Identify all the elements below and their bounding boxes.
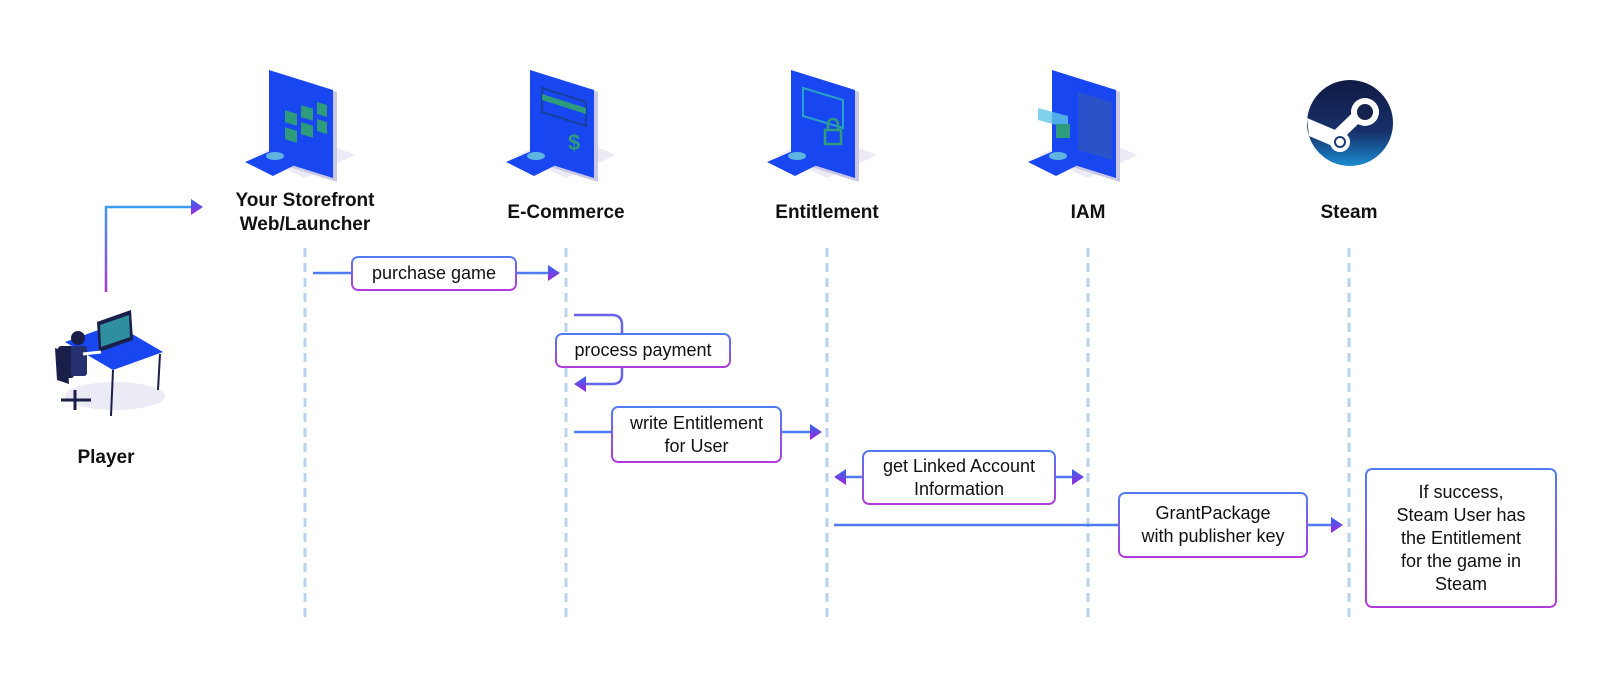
message-process-payment: process payment (555, 333, 731, 368)
message-label: GrantPackage with publisher key (1141, 503, 1285, 546)
arrowhead-left (834, 469, 846, 485)
player-to-storefront-arrow (104, 205, 192, 292)
ecommerce-monitor-icon: $ (506, 70, 616, 182)
sequence-diagram: $ (55, 70, 1393, 620)
player-at-desk-icon (55, 310, 165, 417)
lifelines (303, 248, 1351, 620)
message-label: get Linked Account Information (882, 455, 1036, 499)
iam-monitor-icon (1028, 70, 1138, 182)
message-label: process payment (574, 340, 712, 360)
message-label: write Entitlement for User (629, 412, 764, 456)
steam-logo-icon (1307, 80, 1393, 166)
actor-label-storefront: Your Storefront Web/Launcher (235, 190, 375, 235)
message-get-linked-account: get Linked Account Information (862, 450, 1056, 505)
svg-text:$: $ (568, 130, 580, 155)
storefront-monitor-icon (245, 70, 355, 182)
arrowhead (810, 424, 822, 440)
arrowhead (574, 376, 586, 392)
arrowhead (191, 199, 203, 215)
actor-label-player: Player (77, 447, 135, 468)
actor-label-iam: IAM (1070, 202, 1106, 223)
actor-label-ecommerce: E-Commerce (507, 202, 625, 223)
arrowhead (548, 265, 560, 281)
actor-label-steam: Steam (1320, 202, 1378, 223)
result-note: If success, Steam User has the Entitleme… (1365, 468, 1557, 608)
actor-label-entitlement: Entitlement (775, 202, 879, 223)
message-grant-package: GrantPackage with publisher key (1118, 492, 1308, 558)
entitlement-monitor-icon (767, 70, 877, 182)
message-label: purchase game (371, 263, 497, 283)
arrowhead-right (1072, 469, 1084, 485)
message-purchase-game: purchase game (351, 256, 517, 291)
note-label: If success, Steam User has the Entitleme… (1396, 481, 1526, 594)
arrowhead (1331, 517, 1343, 533)
message-write-entitlement: write Entitlement for User (611, 406, 782, 463)
